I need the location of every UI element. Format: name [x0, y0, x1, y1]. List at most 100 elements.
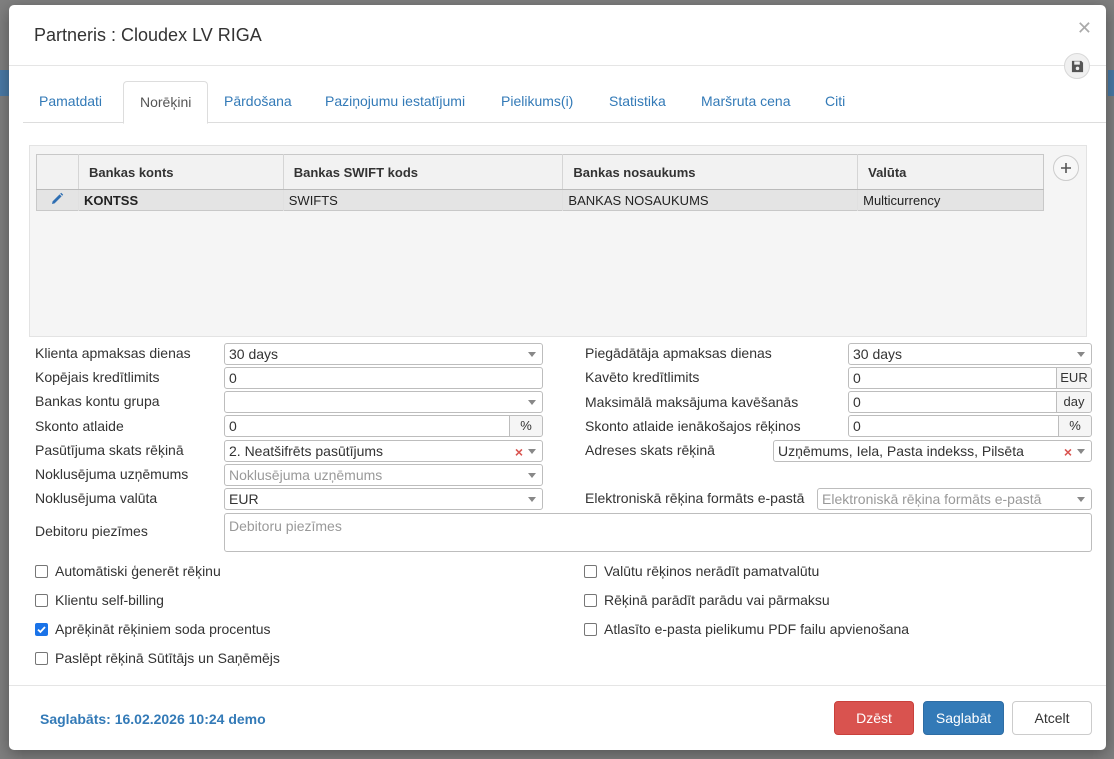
discount-input[interactable]: 0 % — [224, 415, 543, 437]
floppy-disk-icon — [1071, 60, 1083, 72]
default-company-placeholder: Noklusējuma uzņēmums — [229, 467, 383, 483]
dialog-header: Partneris : Cloudex LV RIGA ✕ — [9, 5, 1106, 66]
dialog-title: Partneris : Cloudex LV RIGA — [34, 25, 262, 45]
no-base-currency-checkbox[interactable]: Valūtu rēķinos nerādīt pamatvalūtu — [584, 563, 819, 579]
incoming-discount-input[interactable]: 0 % — [848, 415, 1092, 437]
incoming-discount-label: Skonto atlaide ienākošajos rēķinos — [585, 418, 801, 434]
discount-unit: % — [509, 416, 542, 436]
order-view-value: 2. Neatšifrēts pasūtījums — [229, 443, 384, 459]
chevron-down-icon — [1077, 449, 1085, 454]
column-header-swift[interactable]: Bankas SWIFT kods — [283, 154, 564, 190]
default-currency-select[interactable]: EUR — [224, 488, 543, 510]
partner-dialog: Partneris : Cloudex LV RIGA ✕ Pamatdati … — [9, 5, 1106, 750]
self-billing-label: Klientu self-billing — [55, 592, 164, 608]
checkbox-box[interactable] — [584, 564, 597, 578]
penalty-interest-checkbox[interactable]: Aprēķināt rēķiniem soda procentus — [35, 621, 271, 637]
table-header-row: Bankas konts Bankas SWIFT kods Bankas no… — [36, 154, 1044, 190]
overdue-credit-limit-input[interactable]: 0 EUR — [848, 367, 1092, 389]
overdue-credit-limit-value: 0 — [853, 370, 861, 386]
checkmark-icon — [37, 625, 46, 633]
clear-icon[interactable]: × — [515, 442, 523, 461]
edit-cell[interactable] — [36, 189, 79, 211]
chevron-down-icon — [528, 400, 536, 405]
discount-label: Skonto atlaide — [35, 418, 124, 434]
chevron-down-icon — [528, 352, 536, 357]
checkbox-box[interactable] — [35, 593, 48, 607]
column-header-currency[interactable]: Valūta — [857, 154, 1044, 190]
cancel-button[interactable]: Atcelt — [1012, 701, 1092, 735]
hide-sender-label: Paslēpt rēķinā Sūtītājs un Saņēmējs — [55, 650, 280, 666]
tab-pamatdati[interactable]: Pamatdati — [23, 81, 118, 123]
tab-pielikumi[interactable]: Pielikums(i) — [485, 81, 589, 123]
einvoice-format-select[interactable]: Elektroniskā rēķina formāts e-pastā — [817, 488, 1092, 510]
address-view-select[interactable]: Uzņēmums, Iela, Pasta indekss, Pilsēta × — [773, 440, 1092, 462]
order-view-label: Pasūtījuma skats rēķinā — [35, 442, 184, 458]
column-header-bank-name[interactable]: Bankas nosaukums — [562, 154, 859, 190]
clear-icon[interactable]: × — [1064, 442, 1072, 461]
address-view-value: Uzņēmums, Iela, Pasta indekss, Pilsēta — [778, 443, 1024, 459]
auto-generate-label: Automātiski ģenerēt rēķinu — [55, 563, 221, 579]
overdue-credit-limit-unit: EUR — [1056, 368, 1091, 388]
tab-pazinojumu-iestatijumi[interactable]: Paziņojumu iestatījumi — [309, 81, 481, 123]
merge-pdf-label: Atlasīto e-pasta pielikumu PDF failu apv… — [604, 621, 910, 637]
table-row[interactable]: KONTSS SWIFTS BANKAS NOSAUKUMS Multicurr… — [36, 189, 1044, 211]
incoming-discount-unit: % — [1058, 416, 1091, 436]
checkbox-box[interactable] — [35, 651, 48, 665]
chevron-down-icon — [1077, 352, 1085, 357]
self-billing-checkbox[interactable]: Klientu self-billing — [35, 592, 164, 608]
plus-icon — [1061, 163, 1071, 173]
default-currency-label: Noklusējuma valūta — [35, 490, 158, 506]
debtor-notes-textarea[interactable] — [224, 513, 1092, 552]
checkbox-box[interactable] — [35, 564, 48, 578]
einvoice-format-label: Elektroniskā rēķina formāts e-pastā — [585, 490, 805, 506]
close-icon[interactable]: ✕ — [1077, 19, 1092, 37]
tab-statistika[interactable]: Statistika — [593, 81, 682, 123]
client-payment-days-select[interactable]: 30 days — [224, 343, 543, 365]
bank-account-group-label: Bankas kontu grupa — [35, 393, 160, 409]
total-credit-limit-value: 0 — [229, 370, 237, 386]
chevron-down-icon — [528, 449, 536, 454]
einvoice-format-placeholder: Elektroniskā rēķina formāts e-pastā — [822, 491, 1042, 507]
bank-name-cell: BANKAS NOSAUKUMS — [562, 189, 859, 211]
save-icon-button[interactable] — [1064, 53, 1090, 79]
tab-pardosana[interactable]: Pārdošana — [208, 81, 308, 123]
hide-sender-checkbox[interactable]: Paslēpt rēķinā Sūtītājs un Saņēmējs — [35, 650, 280, 666]
chevron-down-icon — [1077, 497, 1085, 502]
max-payment-delay-unit: day — [1056, 392, 1091, 412]
auto-generate-checkbox[interactable]: Automātiski ģenerēt rēķinu — [35, 563, 221, 579]
column-header-account[interactable]: Bankas konts — [78, 154, 284, 190]
checkbox-box[interactable] — [584, 622, 597, 636]
order-view-select[interactable]: 2. Neatšifrēts pasūtījums × — [224, 440, 543, 462]
address-view-label: Adreses skats rēķinā — [585, 442, 715, 458]
checkbox-box-checked[interactable] — [35, 622, 48, 636]
tab-citi[interactable]: Citi — [809, 81, 861, 123]
show-debt-checkbox[interactable]: Rēķinā parādīt parādu vai pārmaksu — [584, 592, 830, 608]
incoming-discount-value: 0 — [853, 418, 861, 434]
merge-pdf-checkbox[interactable]: Atlasīto e-pasta pielikumu PDF failu apv… — [584, 621, 909, 637]
background-strip-right — [1108, 70, 1114, 96]
debtor-notes-label: Debitoru piezīmes — [35, 523, 148, 539]
save-button[interactable]: Saglabāt — [923, 701, 1004, 735]
chevron-down-icon — [528, 473, 536, 478]
dialog-footer: Saglabāts: 16.02.2026 10:24 demo Dzēst S… — [9, 685, 1106, 750]
checkbox-box[interactable] — [584, 593, 597, 607]
penalty-interest-label: Aprēķināt rēķiniem soda procentus — [55, 621, 271, 637]
saved-status-text: Saglabāts: 16.02.2026 10:24 demo — [40, 711, 266, 727]
supplier-payment-days-select[interactable]: 30 days — [848, 343, 1092, 365]
delete-button[interactable]: Dzēst — [834, 701, 914, 735]
max-payment-delay-input[interactable]: 0 day — [848, 391, 1092, 413]
bank-account-group-select[interactable] — [224, 391, 543, 413]
no-base-currency-label: Valūtu rēķinos nerādīt pamatvalūtu — [604, 563, 820, 579]
add-bank-account-button[interactable] — [1053, 155, 1079, 181]
bank-accounts-panel: Bankas konts Bankas SWIFT kods Bankas no… — [29, 145, 1087, 337]
tab-norekini[interactable]: Norēķini — [123, 81, 209, 124]
supplier-payment-days-label: Piegādātāja apmaksas dienas — [585, 345, 772, 361]
max-payment-delay-value: 0 — [853, 394, 861, 410]
pencil-icon[interactable] — [50, 192, 64, 206]
total-credit-limit-input[interactable]: 0 — [224, 367, 543, 389]
column-header-edit — [36, 154, 79, 190]
default-company-select[interactable]: Noklusējuma uzņēmums — [224, 464, 543, 486]
client-payment-days-value: 30 days — [229, 346, 279, 362]
tab-marsruta-cena[interactable]: Maršruta cena — [685, 81, 806, 123]
overdue-credit-limit-label: Kavēto kredītlimits — [585, 369, 700, 385]
